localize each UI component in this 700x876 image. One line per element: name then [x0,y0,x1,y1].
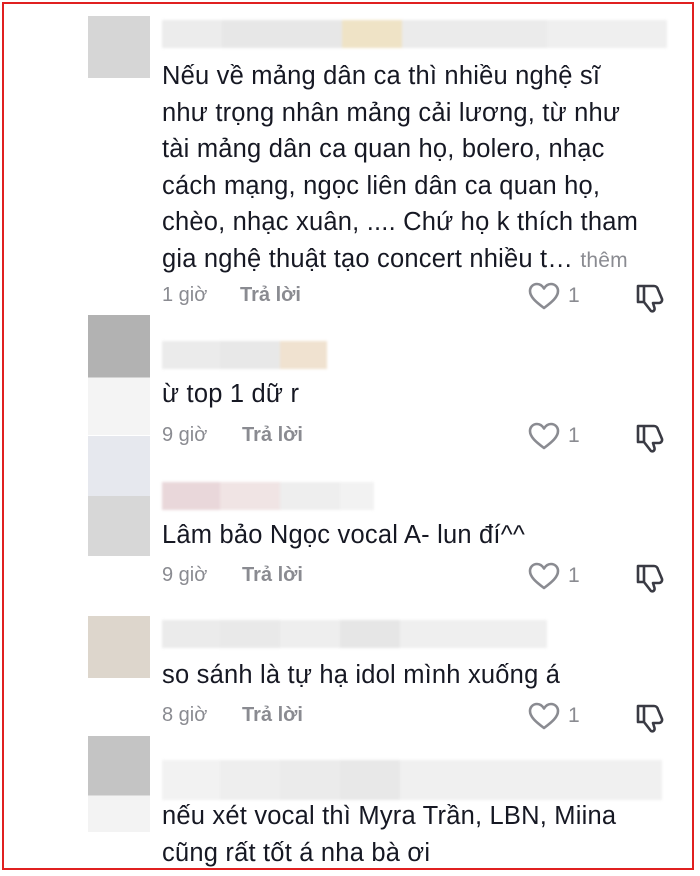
comment-text: Lâm bảo Ngọc vocal A- lun đí^^ [162,517,662,554]
thumbs-down-outline-icon [634,562,666,594]
heart-outline-icon [528,702,560,730]
like-button[interactable]: 1 [528,562,580,590]
comment-text: Nếu về mảng dân ca thì nhiều nghệ sĩ như… [162,58,662,279]
comment-meta: 1 giờ Trả lời 1 [162,282,668,314]
username-blurred[interactable] [162,341,327,369]
dislike-button[interactable] [634,422,666,454]
username-blurred[interactable] [162,482,374,510]
comment-line: như trọng nhân mảng cải lương, từ như [162,98,621,127]
heart-outline-icon [528,562,560,590]
reply-button[interactable]: Trả lời [242,424,303,447]
username-blurred[interactable] [162,620,547,648]
comment-text: nếu xét vocal thì Myra Trần, LBN, Miina … [162,798,662,868]
like-button[interactable]: 1 [528,422,580,450]
comment-time: 8 giờ [162,704,208,726]
comment-text: so sánh là tự hạ idol mình xuống á [162,657,662,694]
comment-line: chèo, nhạc xuân, .... Chứ họ k thích tha… [162,208,639,236]
like-count: 1 [568,284,580,307]
dislike-button[interactable] [634,282,666,314]
heart-outline-icon [528,282,560,310]
comment-line-text: gia nghệ thuật tạo concert nhiều t… [162,244,574,273]
comment-line: Lâm bảo Ngọc vocal A- lun đí^^ [162,521,526,549]
heart-outline-icon [528,422,560,450]
comment-line: Nếu về mảng dân ca thì nhiều nghệ sĩ [162,62,601,90]
comment-meta: 9 giờ Trả lời 1 [162,562,668,594]
comment-line: cũng rất tốt á nha bà ơi [162,838,431,867]
comment-meta: 8 giờ Trả lời 1 [162,702,668,734]
username-blurred[interactable] [162,760,662,800]
avatar[interactable] [88,16,150,78]
like-count: 1 [568,704,580,727]
thumbs-down-outline-icon [634,702,666,734]
reply-button[interactable]: Trả lời [240,284,301,307]
thumbs-down-outline-icon [634,282,666,314]
comment-line: gia nghệ thuật tạo concert nhiều t… thêm [162,241,662,280]
avatar[interactable] [88,315,150,435]
comment-time: 9 giờ [162,564,208,586]
reply-button[interactable]: Trả lời [242,704,303,727]
comment-list: Nếu về mảng dân ca thì nhiều nghệ sĩ như… [2,2,694,870]
comment-line: so sánh là tự hạ idol mình xuống á [162,661,561,689]
comment-text: ừ top 1 dữ r [162,376,662,413]
avatar[interactable] [88,736,150,832]
thumbs-down-outline-icon [634,422,666,454]
comment-time: 9 giờ [162,424,208,446]
comment-line: ừ top 1 dữ r [162,380,300,408]
comment-time: 1 giờ [162,284,208,306]
comment-line: cách mạng, ngọc liên dân ca quan họ, [162,171,601,200]
avatar[interactable] [88,616,150,678]
avatar[interactable] [88,436,150,556]
username-blurred[interactable] [162,20,667,48]
dislike-button[interactable] [634,562,666,594]
comment-meta: 9 giờ Trả lời 1 [162,422,668,454]
like-button[interactable]: 1 [528,702,580,730]
comment-line: nếu xét vocal thì Myra Trần, LBN, Miina [162,802,617,830]
like-count: 1 [568,564,580,587]
see-more-link[interactable]: thêm [580,249,628,272]
like-button[interactable]: 1 [528,282,580,310]
like-count: 1 [568,424,580,447]
comment-line: tài mảng dân ca quan họ, bolero, nhạc [162,135,605,163]
dislike-button[interactable] [634,702,666,734]
reply-button[interactable]: Trả lời [242,564,303,587]
